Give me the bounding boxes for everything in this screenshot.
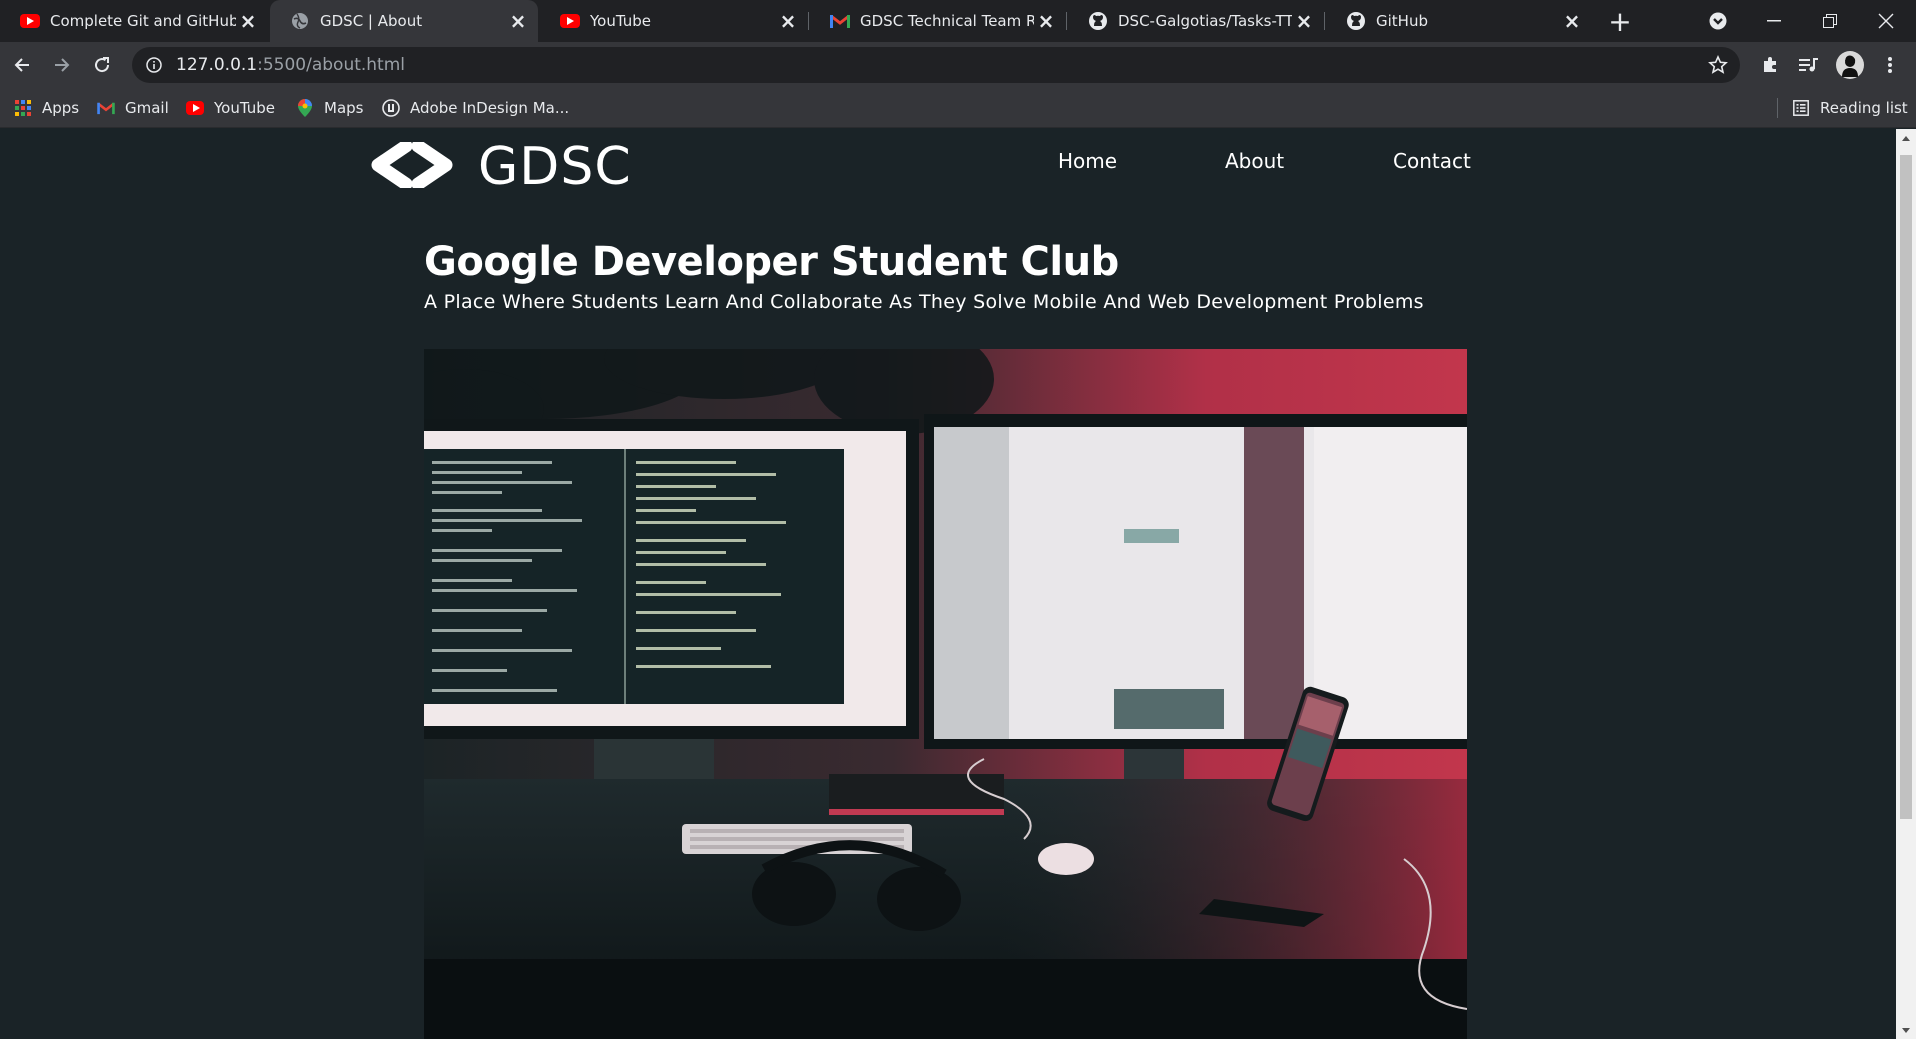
page-title: Google Developer Student Club [424, 239, 1119, 285]
workspace-photo [424, 349, 1467, 1039]
tab-title: GDSC | About [320, 12, 423, 30]
back-icon[interactable] [6, 49, 38, 81]
github-icon [1346, 11, 1366, 31]
tab-github[interactable]: GitHub × [1326, 0, 1592, 42]
bookmark-label: Apps [42, 99, 80, 117]
bookmark-maps[interactable]: Maps [296, 96, 363, 120]
apps-grid-icon [14, 99, 32, 117]
tab-separator [1066, 12, 1067, 30]
gdsc-chevrons-icon [368, 139, 454, 192]
github-icon [1088, 11, 1108, 31]
page-scrollbar[interactable] [1896, 129, 1916, 1039]
scrollbar-thumb[interactable] [1900, 155, 1912, 819]
tab-github-tasks[interactable]: DSC-Galgotias/Tasks-TT_GD × [1068, 0, 1324, 42]
menu-kebab-icon[interactable] [1874, 49, 1906, 81]
bookmark-label: Gmail [125, 99, 169, 117]
close-tab-icon[interactable]: × [236, 9, 260, 33]
tab-gmail[interactable]: GDSC Technical Team Roun × [810, 0, 1066, 42]
adobe-icon [382, 99, 400, 117]
bookmark-label: Maps [324, 99, 364, 117]
reading-list-icon [1792, 99, 1810, 117]
media-controls-icon[interactable] [1793, 49, 1825, 81]
youtube-icon [20, 11, 40, 31]
reading-list-label: Reading list [1820, 99, 1908, 117]
tab-title: YouTube [590, 12, 651, 30]
youtube-icon [560, 11, 580, 31]
bookmarks-bar: Apps Gmail YouTube Maps Adobe InDesign M… [0, 88, 1916, 128]
tab-separator [808, 12, 809, 30]
scroll-up-arrow-icon[interactable] [1896, 129, 1916, 147]
url-path: :5500/about.html [257, 55, 406, 75]
tab-title: DSC-Galgotias/Tasks-TT_GD [1118, 12, 1292, 30]
close-tab-icon[interactable]: × [506, 9, 530, 33]
reload-icon[interactable] [86, 49, 118, 81]
close-tab-icon[interactable]: × [1292, 9, 1316, 33]
bookmark-label: Adobe InDesign Ma... [410, 99, 570, 117]
tab-search-icon[interactable] [1690, 0, 1746, 42]
tab-youtube[interactable]: YouTube × [540, 0, 808, 42]
tab-gdsc-about[interactable]: GDSC | About × [270, 0, 538, 42]
page-viewport: GDSC Home About Contact Google Developer… [0, 129, 1896, 1039]
bookmark-star-icon[interactable] [1706, 53, 1730, 77]
logo-text: GDSC [478, 137, 632, 197]
browser-toolbar: 127.0.0.1:5500/about.html [0, 42, 1916, 88]
close-tab-icon[interactable]: × [1560, 9, 1584, 33]
tab-title: GDSC Technical Team Roun [860, 12, 1034, 30]
bookmark-label: YouTube [214, 99, 275, 117]
bookmark-apps[interactable]: Apps [14, 96, 79, 120]
bookmark-youtube[interactable]: YouTube [186, 96, 275, 120]
tab-title: GitHub [1376, 12, 1428, 30]
restore-icon[interactable] [1802, 0, 1858, 42]
new-tab-icon[interactable]: + [1605, 5, 1635, 38]
close-tab-icon[interactable]: × [1034, 9, 1058, 33]
gdsc-logo[interactable]: GDSC [368, 137, 632, 197]
extensions-icon[interactable] [1754, 49, 1786, 81]
tab-strip: Complete Git and GitHub Tu × GDSC | Abou… [0, 0, 1916, 42]
tab-title: Complete Git and GitHub Tu [50, 12, 236, 30]
tab-git-tutorial[interactable]: Complete Git and GitHub Tu × [0, 0, 268, 42]
close-window-icon[interactable] [1858, 0, 1914, 42]
gmail-icon [830, 11, 850, 31]
minimize-icon[interactable] [1746, 0, 1802, 42]
forward-icon[interactable] [46, 49, 78, 81]
bookmark-adobe-indesign[interactable]: Adobe InDesign Ma... [382, 96, 569, 120]
site-info-icon[interactable] [144, 55, 164, 75]
nav-home[interactable]: Home [1058, 149, 1117, 173]
url-host: 127.0.0.1 [176, 55, 258, 75]
maps-pin-icon [296, 99, 314, 117]
url-text: 127.0.0.1:5500/about.html [176, 55, 405, 75]
globe-icon [290, 11, 310, 31]
close-tab-icon[interactable]: × [776, 9, 800, 33]
address-bar[interactable]: 127.0.0.1:5500/about.html [132, 47, 1740, 83]
bookmark-gmail[interactable]: Gmail [97, 96, 169, 120]
nav-contact[interactable]: Contact [1393, 149, 1471, 173]
bookmarks-separator [1777, 98, 1778, 118]
youtube-icon [186, 99, 204, 117]
nav-about[interactable]: About [1225, 149, 1284, 173]
tab-separator [1324, 12, 1325, 30]
scroll-down-arrow-icon[interactable] [1896, 1021, 1916, 1039]
reading-list-button[interactable]: Reading list [1792, 96, 1908, 120]
gmail-icon [97, 99, 115, 117]
profile-avatar-icon[interactable] [1834, 49, 1866, 81]
page-subtitle: A Place Where Students Learn And Collabo… [424, 291, 1424, 313]
